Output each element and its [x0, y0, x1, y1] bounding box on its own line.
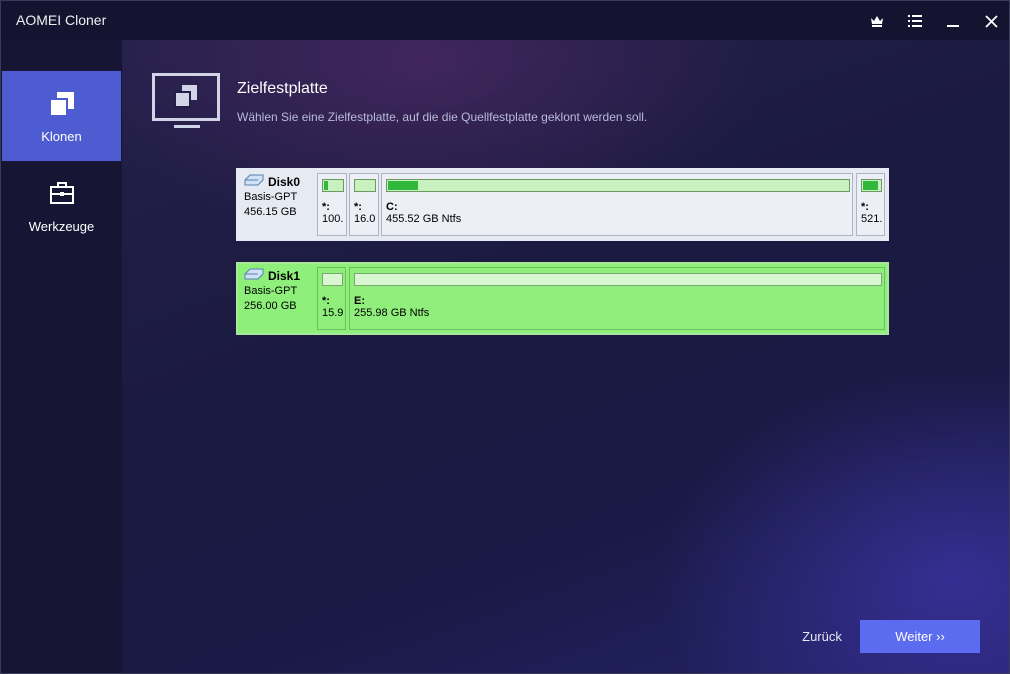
crown-icon[interactable] — [863, 7, 891, 35]
disk-row-disk1[interactable]: Disk1 Basis-GPT 256.00 GB *: 15.9 E: 255… — [236, 262, 889, 335]
disk-name: Disk0 — [268, 174, 301, 189]
partition[interactable]: *: 521. — [856, 173, 885, 236]
disk-type: Basis-GPT — [244, 285, 298, 297]
clone-icon — [49, 91, 75, 122]
used-space-fill — [863, 181, 879, 190]
toolbox-icon — [50, 181, 74, 210]
app-window: AOMEI Cloner Klonen Werkzeuge Zielfestpl… — [0, 0, 1010, 674]
disk-size: 456.15 GB — [244, 206, 297, 218]
next-button[interactable]: Weiter ›› — [860, 620, 980, 653]
disk-name: Disk1 — [268, 268, 301, 283]
partition-e[interactable]: E: 255.98 GB Ntfs — [349, 267, 885, 330]
sidebar-item-werkzeuge[interactable]: Werkzeuge — [2, 161, 121, 251]
disk-icon — [244, 174, 264, 189]
disk-type: Basis-GPT — [244, 191, 298, 203]
sidebar-item-label: Werkzeuge — [28, 219, 95, 234]
partition[interactable]: *: 16.0 — [349, 173, 379, 236]
menu-list-icon[interactable] — [901, 7, 929, 35]
sidebar: Klonen Werkzeuge — [1, 40, 122, 673]
disk-icon — [244, 268, 264, 283]
partition-c[interactable]: C: 455.52 GB Ntfs — [381, 173, 853, 236]
sidebar-item-klonen[interactable]: Klonen — [2, 71, 121, 161]
monitor-clone-icon — [152, 73, 222, 136]
minimize-icon[interactable] — [939, 7, 967, 35]
sidebar-item-label: Klonen — [41, 129, 82, 144]
partition[interactable]: *: 100. — [317, 173, 347, 236]
used-space-fill — [388, 181, 419, 190]
page-subtitle: Wählen Sie eine Zielfestplatte, auf die … — [237, 110, 648, 124]
disk-row-disk0[interactable]: Disk0 Basis-GPT 456.15 GB *: 100. *: 16.… — [236, 168, 889, 241]
close-icon[interactable] — [977, 7, 1005, 35]
window-title: AOMEI Cloner — [16, 12, 107, 28]
back-button[interactable]: Zurück — [787, 622, 857, 652]
title-bar: AOMEI Cloner — [1, 1, 1009, 40]
page-title: Zielfestplatte — [237, 80, 328, 97]
disk-info: Disk1 Basis-GPT 256.00 GB — [244, 268, 316, 313]
disk-info: Disk0 Basis-GPT 456.15 GB — [244, 174, 316, 219]
partition[interactable]: *: 15.9 — [317, 267, 346, 330]
main-panel: Zielfestplatte Wählen Sie eine Zielfestp… — [122, 40, 1009, 673]
disk-size: 256.00 GB — [244, 300, 297, 312]
used-space-fill — [324, 181, 328, 190]
